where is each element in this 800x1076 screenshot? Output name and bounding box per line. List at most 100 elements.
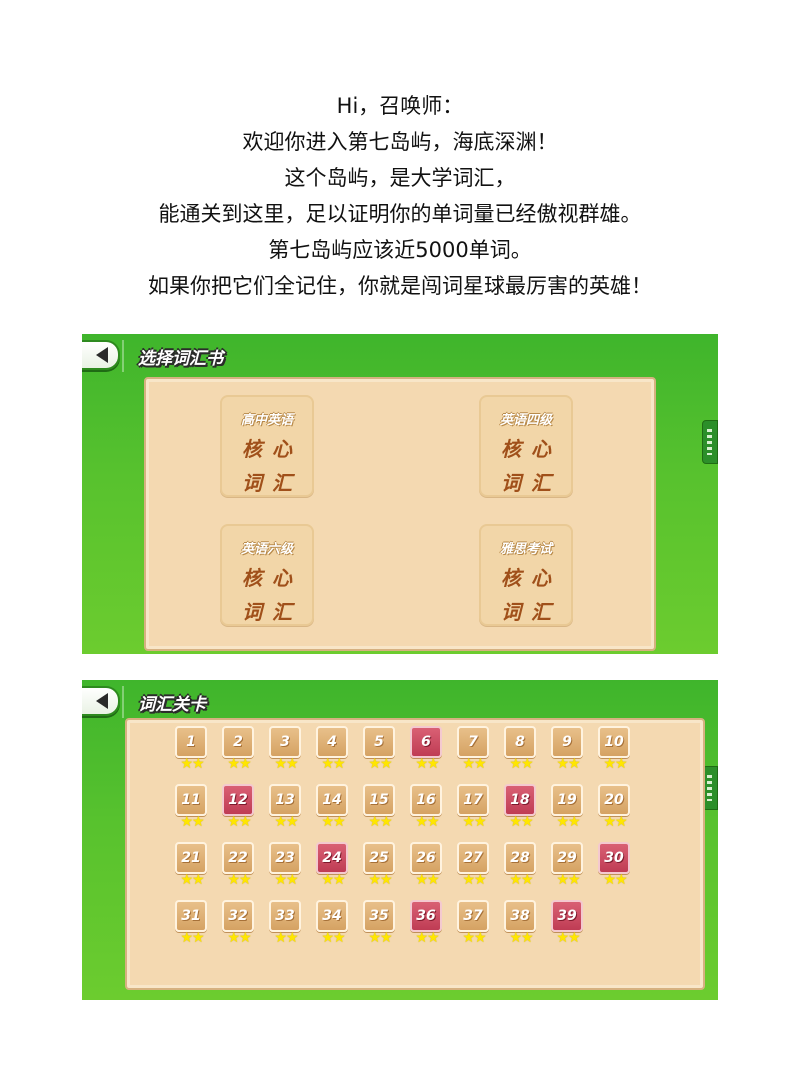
book-name: 高中英语	[240, 413, 293, 428]
level-button[interactable]: 15 ★★	[363, 784, 397, 832]
level-button[interactable]: 11 ★★	[175, 784, 209, 832]
level-button[interactable]: 3 ★★	[269, 726, 303, 774]
star-rating-icon: ★★	[556, 930, 580, 946]
star-rating-icon: ★★	[321, 814, 345, 830]
level-button[interactable]: 35 ★★	[363, 900, 397, 948]
star-rating-icon: ★★	[509, 756, 533, 772]
level-button[interactable]: 4 ★★	[316, 726, 350, 774]
star-rating-icon: ★★	[462, 930, 486, 946]
book-board: 高中英语 核心 词汇 英语四级 核心 词汇 英语六级 核心 词汇 雅思考试 核心…	[144, 377, 656, 651]
star-rating-icon: ★★	[368, 756, 392, 772]
level-number: 11	[175, 784, 207, 816]
level-number: 3	[269, 726, 301, 758]
level-number: 10	[598, 726, 630, 758]
star-rating-icon: ★★	[274, 756, 298, 772]
book-core-line: 核心	[501, 437, 561, 461]
book-name: 英语四级	[499, 413, 552, 428]
star-rating-icon: ★★	[556, 756, 580, 772]
level-button[interactable]: 26 ★★	[410, 842, 444, 890]
level-button[interactable]: 36 ★★	[410, 900, 444, 948]
book-card-ielts[interactable]: 雅思考试 核心 词汇	[479, 524, 573, 626]
side-tab-handle[interactable]	[702, 420, 718, 464]
book-card-cet4[interactable]: 英语四级 核心 词汇	[479, 395, 573, 497]
star-rating-icon: ★★	[509, 814, 533, 830]
level-button[interactable]: 27 ★★	[457, 842, 491, 890]
star-rating-icon: ★★	[180, 872, 204, 888]
level-button[interactable]: 12 ★★	[222, 784, 256, 832]
level-button[interactable]: 37 ★★	[457, 900, 491, 948]
level-number: 29	[551, 842, 583, 874]
intro-line: 这个岛屿，是大学词汇，	[284, 166, 516, 190]
level-button[interactable]: 8 ★★	[504, 726, 538, 774]
level-select-screen: 词汇关卡 1 ★★ 2 ★★ 3 ★★ 4 ★★ 5 ★★ 6 ★★ 7 ★★ 8 ★★ 9 ★★ 10 ★★ 11 ★★…	[82, 680, 718, 1000]
star-rating-icon: ★★	[321, 872, 345, 888]
level-button[interactable]: 29 ★★	[551, 842, 585, 890]
level-button[interactable]: 13 ★★	[269, 784, 303, 832]
intro-line: 第七岛屿应该近5000单词。	[268, 238, 532, 262]
star-rating-icon: ★★	[180, 814, 204, 830]
star-rating-icon: ★★	[603, 814, 627, 830]
level-button[interactable]: 9 ★★	[551, 726, 585, 774]
level-button[interactable]: 32 ★★	[222, 900, 256, 948]
screen-title: 选择词汇书	[122, 340, 288, 372]
level-button[interactable]: 25 ★★	[363, 842, 397, 890]
star-rating-icon: ★★	[415, 756, 439, 772]
level-button[interactable]: 31 ★★	[175, 900, 209, 948]
star-rating-icon: ★★	[274, 814, 298, 830]
level-button[interactable]: 21 ★★	[175, 842, 209, 890]
back-button[interactable]	[82, 686, 120, 716]
level-number: 4	[316, 726, 348, 758]
intro-line: 欢迎你进入第七岛屿，海底深渊！	[242, 130, 558, 154]
level-button[interactable]: 24 ★★	[316, 842, 350, 890]
book-card-cet6[interactable]: 英语六级 核心 词汇	[220, 524, 314, 626]
star-rating-icon: ★★	[274, 930, 298, 946]
level-number: 28	[504, 842, 536, 874]
level-number: 26	[410, 842, 442, 874]
star-rating-icon: ★★	[274, 872, 298, 888]
book-name: 英语六级	[240, 542, 293, 557]
level-number: 6	[410, 726, 442, 758]
back-arrow-icon	[96, 347, 108, 363]
level-button[interactable]: 14 ★★	[316, 784, 350, 832]
level-button[interactable]: 23 ★★	[269, 842, 303, 890]
level-button[interactable]: 17 ★★	[457, 784, 491, 832]
star-rating-icon: ★★	[509, 872, 533, 888]
level-number: 38	[504, 900, 536, 932]
level-button[interactable]: 28 ★★	[504, 842, 538, 890]
level-button[interactable]: 38 ★★	[504, 900, 538, 948]
level-button[interactable]: 10 ★★	[598, 726, 632, 774]
screen-title: 词汇关卡	[122, 686, 288, 718]
level-button[interactable]: 22 ★★	[222, 842, 256, 890]
star-rating-icon: ★★	[415, 872, 439, 888]
level-number: 15	[363, 784, 395, 816]
level-button[interactable]: 20 ★★	[598, 784, 632, 832]
level-button[interactable]: 18 ★★	[504, 784, 538, 832]
level-button[interactable]: 2 ★★	[222, 726, 256, 774]
level-button[interactable]: 34 ★★	[316, 900, 350, 948]
level-button[interactable]: 30 ★★	[598, 842, 632, 890]
level-button[interactable]: 6 ★★	[410, 726, 444, 774]
level-button[interactable]: 33 ★★	[269, 900, 303, 948]
book-core-line: 核心	[242, 437, 302, 461]
intro-line: 能通关到这里，足以证明你的单词量已经傲视群雄。	[158, 202, 642, 226]
back-button[interactable]	[82, 340, 120, 370]
star-rating-icon: ★★	[321, 756, 345, 772]
star-rating-icon: ★★	[227, 872, 251, 888]
level-number: 12	[222, 784, 254, 816]
vocab-book-screen: 选择词汇书 高中英语 核心 词汇 英语四级 核心 词汇 英语六级 核心 词汇 雅…	[82, 334, 718, 654]
star-rating-icon: ★★	[227, 756, 251, 772]
level-button[interactable]: 19 ★★	[551, 784, 585, 832]
book-core-line: 词汇	[242, 600, 302, 624]
star-rating-icon: ★★	[180, 756, 204, 772]
level-button[interactable]: 5 ★★	[363, 726, 397, 774]
level-button[interactable]: 1 ★★	[175, 726, 209, 774]
level-button[interactable]: 39 ★★	[551, 900, 585, 948]
star-rating-icon: ★★	[462, 756, 486, 772]
level-number: 17	[457, 784, 489, 816]
star-rating-icon: ★★	[556, 872, 580, 888]
book-card-gaozhong[interactable]: 高中英语 核心 词汇	[220, 395, 314, 497]
level-button[interactable]: 16 ★★	[410, 784, 444, 832]
level-button[interactable]: 7 ★★	[457, 726, 491, 774]
intro-line: Hi，召唤师：	[336, 94, 464, 118]
level-number: 27	[457, 842, 489, 874]
